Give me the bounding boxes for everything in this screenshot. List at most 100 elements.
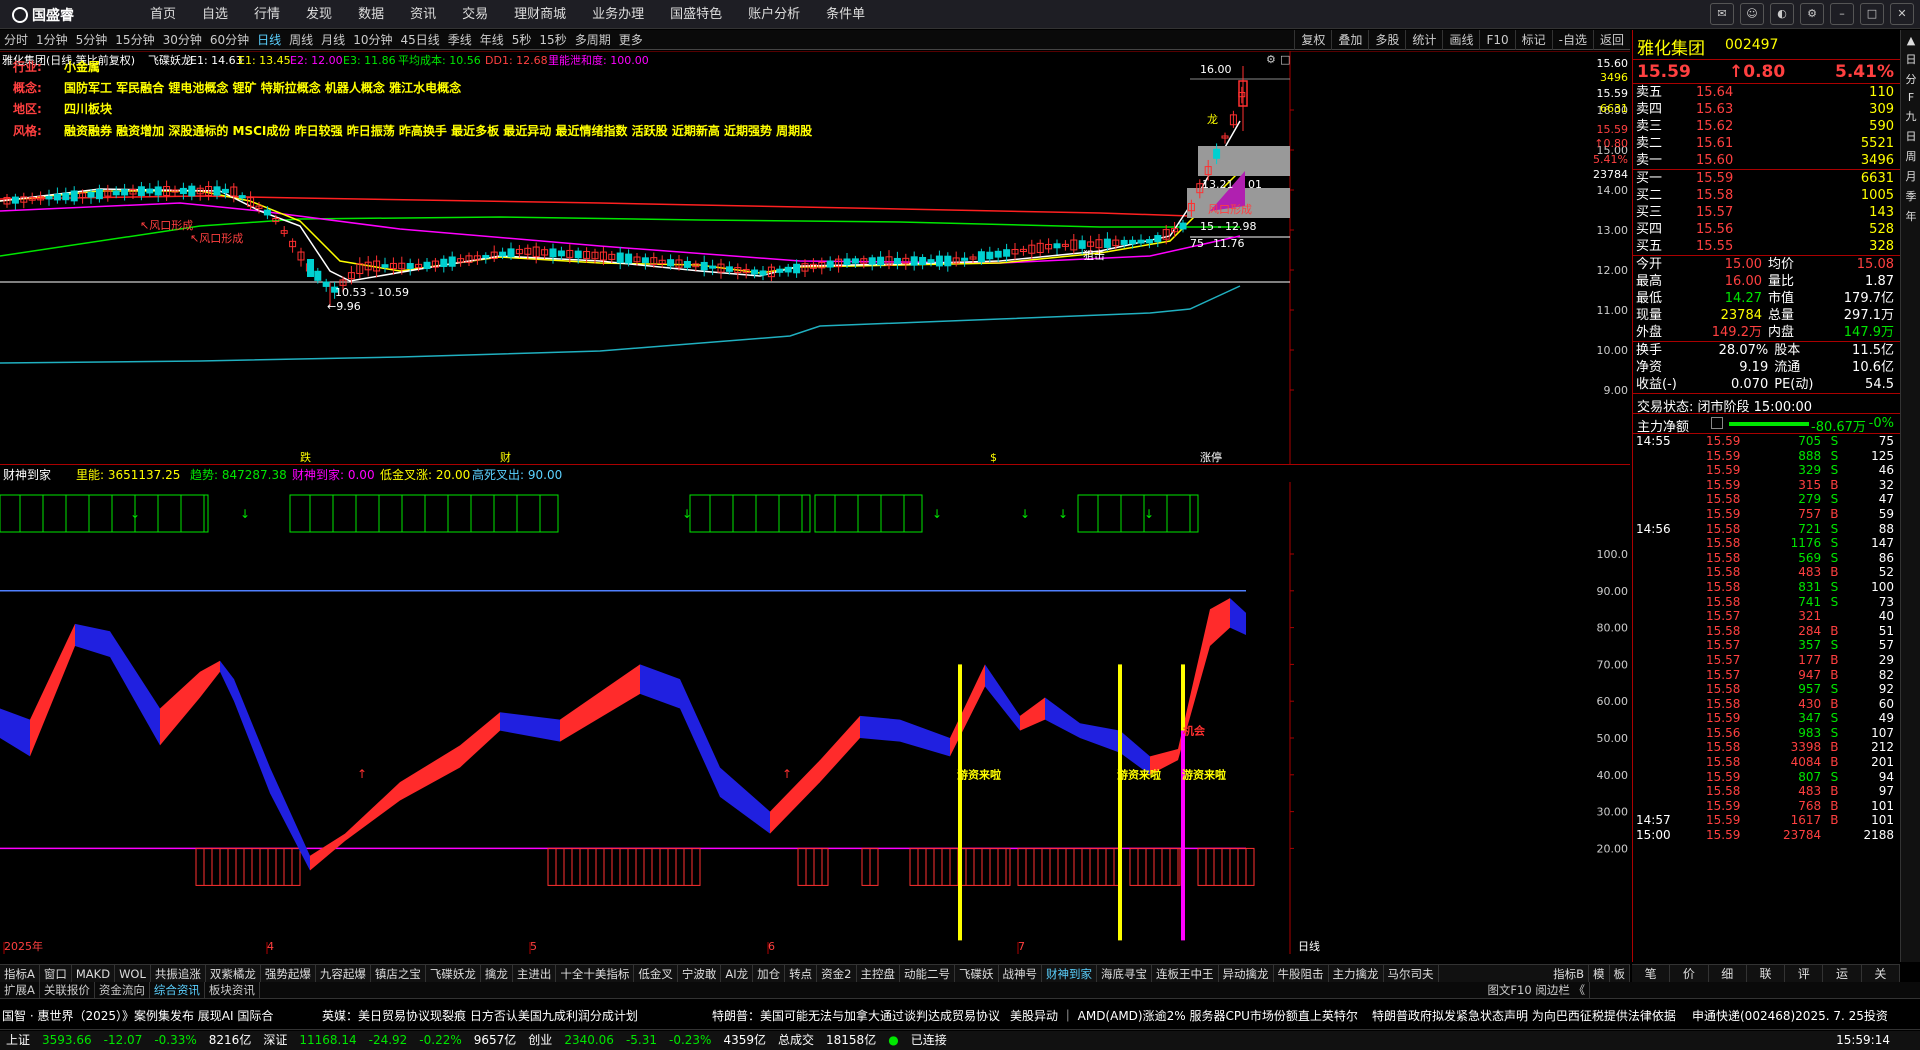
ask-row[interactable]: 卖四 15.63 309 [1633, 101, 1897, 118]
indicator-tab[interactable]: 海底寻宝 [1097, 965, 1152, 982]
indicator-tab[interactable]: 连板王中王 [1152, 965, 1219, 982]
stat-row[interactable]: 收益(-) 0.070 PE(动) 54.5 [1633, 376, 1897, 393]
nav-item[interactable]: 发现 [306, 0, 332, 29]
stat-row[interactable]: 换手 28.07% 股本 11.5亿 [1633, 342, 1897, 359]
minimize-icon[interactable]: – [1830, 3, 1854, 25]
stat-row[interactable]: 今开 15.00 均价 15.08 [1633, 256, 1897, 273]
bid-row[interactable]: 买五 15.55 328 [1633, 238, 1897, 255]
tool-button[interactable]: 复权 [1294, 30, 1331, 50]
nav-item[interactable]: 数据 [358, 0, 384, 29]
tick-row[interactable]: 15.58 279 S 47 [1633, 492, 1897, 507]
app-logo[interactable]: 国盛睿 [12, 5, 74, 25]
period-tab[interactable]: 日线 [257, 30, 281, 50]
period-tab[interactable]: 周线 [289, 30, 313, 50]
tool-button[interactable]: 统计 [1405, 30, 1442, 50]
sidebar-item[interactable]: 分 [1901, 71, 1920, 87]
indicator-tab[interactable]: 异动擒龙 [1219, 965, 1274, 982]
sidebar-item[interactable]: 月 [1901, 168, 1920, 184]
indicator-tab[interactable]: 动能二号 [900, 965, 955, 982]
tick-row[interactable]: 14:55 15.59 705 S 75 [1633, 434, 1897, 449]
period-tab[interactable]: 更多 [619, 30, 643, 50]
tick-row[interactable]: 15.58 741 S 73 [1633, 595, 1897, 610]
close-icon[interactable]: □ [1280, 53, 1290, 66]
tick-row[interactable]: 15.58 831 S 100 [1633, 580, 1897, 595]
indicator-tab[interactable]: 飞碟妖 [955, 965, 999, 982]
indicator-tab[interactable]: 共振追涨 [151, 965, 206, 982]
nav-item[interactable]: 理财商城 [514, 0, 566, 29]
info-subtab[interactable]: 板块资讯 [205, 982, 260, 998]
tool-button[interactable]: 画线 [1442, 30, 1479, 50]
period-tab[interactable]: 30分钟 [163, 30, 202, 50]
tick-row[interactable]: 15.57 177 B 29 [1633, 653, 1897, 668]
period-tab[interactable]: 月线 [321, 30, 345, 50]
news-item[interactable]: 美股异动 ｜ AMD(AMD)涨逾2% 服务器CPU市场份额直上英特尔 [1010, 1007, 1358, 1024]
sidebar-toggle[interactable]: 图文F10 阅边栏 《 [1483, 982, 1590, 998]
tick-row[interactable]: 15.58 957 S 92 [1633, 682, 1897, 697]
period-tab[interactable]: 10分钟 [353, 30, 392, 50]
tick-row[interactable]: 15.56 983 S 107 [1633, 726, 1897, 741]
indicator-tab[interactable]: 主力擒龙 [1329, 965, 1384, 982]
tick-row[interactable]: 15.58 1176 S 147 [1633, 536, 1897, 551]
period-tab[interactable]: 15秒 [539, 30, 566, 50]
stat-row[interactable]: 净资 9.19 流通 10.6亿 [1633, 359, 1897, 376]
period-tab[interactable]: 多周期 [575, 30, 611, 50]
right-tab[interactable]: 运 [1823, 965, 1862, 982]
tick-row[interactable]: 14:57 15.59 1617 B 101 [1633, 813, 1897, 828]
sidebar-item[interactable]: 日 [1901, 128, 1920, 144]
close-icon[interactable]: ✕ [1890, 3, 1914, 25]
nav-item[interactable]: 账户分析 [748, 0, 800, 29]
right-tab[interactable]: 价 [1670, 965, 1709, 982]
tool-button[interactable]: F10 [1479, 30, 1514, 50]
indicator-tab[interactable]: 指标A [0, 965, 40, 982]
indicator-tab[interactable]: 资金2 [817, 965, 857, 982]
period-tab[interactable]: 1分钟 [36, 30, 68, 50]
indicator-tab[interactable]: 低金叉 [634, 965, 678, 982]
indicator-tab[interactable]: 牛股阻击 [1274, 965, 1329, 982]
indicator-tab[interactable]: 飞碟妖龙 [426, 965, 481, 982]
indicator-tab[interactable]: 窗口 [40, 965, 72, 982]
scroll-up-icon[interactable]: ▲ [1901, 34, 1920, 47]
nav-item[interactable]: 业务办理 [592, 0, 644, 29]
tick-row[interactable]: 15.57 321 40 [1633, 609, 1897, 624]
indicator-tab[interactable]: 加仓 [753, 965, 786, 982]
sidebar-item[interactable]: 日 [1901, 51, 1920, 67]
news-item[interactable]: 特朗普：美国可能无法与加拿大通过谈判达成贸易协议 [712, 1007, 1000, 1024]
stat-row[interactable]: 现量 23784 总量 297.1万 [1633, 307, 1897, 324]
settings-icon[interactable]: ⚙ [1800, 3, 1824, 25]
tab-right-button[interactable]: 模 [1589, 965, 1610, 982]
info-subtab[interactable]: 综合资讯 [150, 982, 205, 998]
tick-row[interactable]: 15.58 4084 B 201 [1633, 755, 1897, 770]
kline-chart[interactable]: 雅化集团(日线,等比前复权) 飞碟妖龙E1: 14.63E1: 13.45 E2: … [0, 51, 1630, 464]
tab-right-button[interactable]: 指标B [1549, 965, 1589, 982]
settings-icon[interactable]: ⚙ [1266, 53, 1276, 66]
news-item[interactable]: 申通快递(002468)2025. 7. 25投资 [1692, 1007, 1888, 1024]
period-tab[interactable]: 5秒 [512, 30, 532, 50]
period-tab[interactable]: 45日线 [400, 30, 439, 50]
period-tab[interactable]: 分时 [4, 30, 28, 50]
sidebar-item[interactable]: 九 [1901, 108, 1920, 124]
tick-row[interactable]: 15.59 347 S 49 [1633, 711, 1897, 726]
right-tab[interactable]: 笔 [1632, 965, 1671, 982]
news-item[interactable]: 特朗普政府拟发紧急状态声明 为向巴西征税提供法律依据 [1372, 1007, 1676, 1024]
tab-right-button[interactable]: 板 [1610, 965, 1630, 982]
tick-row[interactable]: 15.59 888 S 125 [1633, 449, 1897, 464]
tick-row[interactable]: 15.59 768 B 101 [1633, 799, 1897, 814]
indicator-tab[interactable]: 九容起爆 [316, 965, 371, 982]
indicator-tab[interactable]: 双紫橘龙 [206, 965, 261, 982]
net-flow-checkbox[interactable] [1711, 417, 1723, 429]
indicator-tab[interactable]: 宁波敢 [678, 965, 722, 982]
info-subtab[interactable]: 关联报价 [40, 982, 95, 998]
tick-row[interactable]: 15.59 329 S 46 [1633, 463, 1897, 478]
nav-item[interactable]: 交易 [462, 0, 488, 29]
ask-row[interactable]: 卖三 15.62 590 [1633, 118, 1897, 135]
indicator-tab[interactable]: 主进出 [513, 965, 557, 982]
right-tab[interactable]: 评 [1785, 965, 1824, 982]
nav-item[interactable]: 条件单 [826, 0, 865, 29]
tick-row[interactable]: 15.57 357 S 57 [1633, 638, 1897, 653]
tool-button[interactable]: 叠加 [1331, 30, 1368, 50]
indicator-tab[interactable]: 马尔司夫 [1384, 965, 1439, 982]
tick-row[interactable]: 15.57 947 B 82 [1633, 668, 1897, 683]
indicator-tab[interactable]: 主控盘 [857, 965, 900, 982]
tick-row[interactable]: 15.58 430 B 60 [1633, 697, 1897, 712]
news-item[interactable]: 国智 · 惠世界（2025）》案例集发布 展现AI 国际合 [2, 1007, 273, 1024]
